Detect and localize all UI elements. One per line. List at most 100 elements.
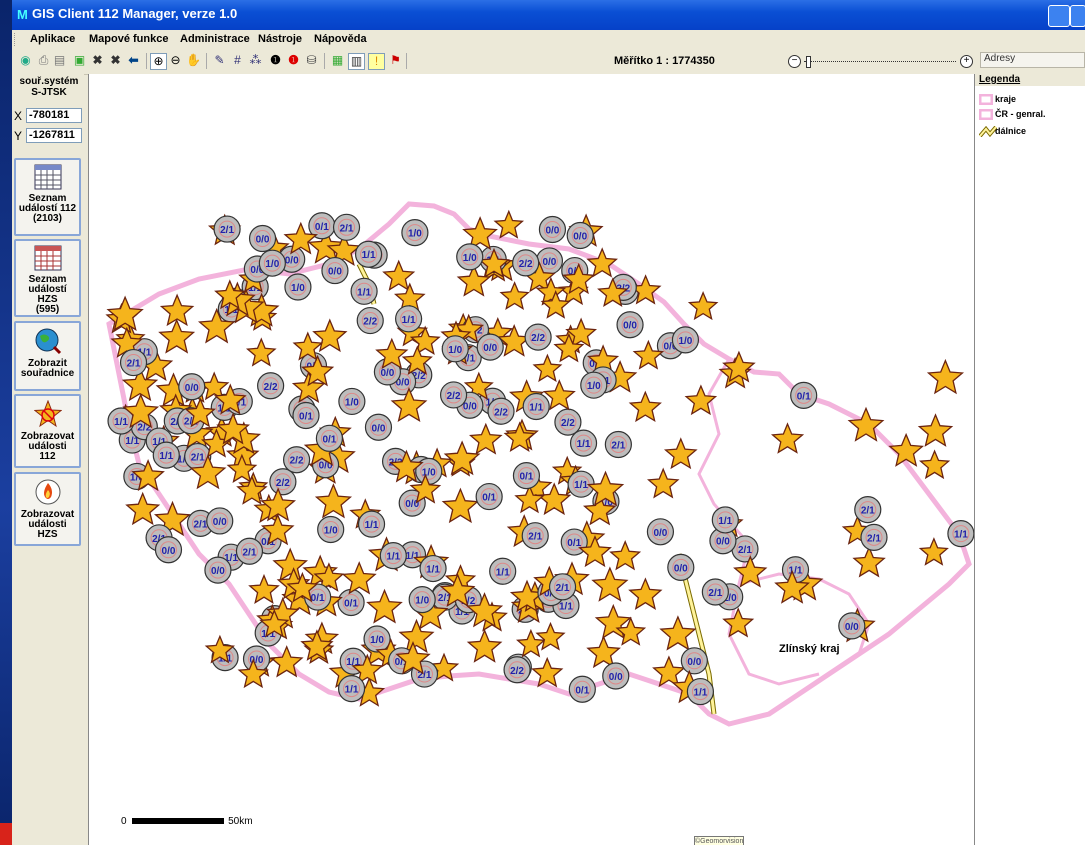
event-count-marker[interactable]: 1/1 (354, 240, 383, 268)
event-star-marker[interactable] (468, 422, 503, 455)
x-coordinate-field[interactable]: -780181 (26, 108, 82, 123)
zoom-minus-icon[interactable]: − (788, 55, 801, 68)
minimize-button[interactable] (1048, 5, 1070, 27)
event-count-marker[interactable]: 1/1 (379, 542, 407, 570)
measure-icon[interactable]: ✎ (212, 53, 227, 68)
event-count-marker[interactable]: 2/2 (503, 656, 531, 684)
event-count-marker[interactable]: 0/0 (364, 413, 393, 441)
event-count-marker[interactable]: 1/1 (395, 305, 423, 333)
event-count-marker[interactable]: 0/0 (206, 507, 234, 535)
event-count-marker[interactable]: 2/1 (332, 213, 361, 241)
event-star-marker[interactable] (248, 573, 280, 604)
event-star-marker[interactable] (647, 467, 680, 499)
event-star-marker[interactable] (918, 537, 949, 566)
menu-aplikace[interactable]: Aplikace (30, 33, 75, 45)
event-count-marker[interactable]: 0/1 (292, 401, 320, 430)
event-count-marker[interactable]: 0/0 (204, 556, 232, 584)
event-star-marker[interactable] (314, 483, 353, 519)
event-count-marker[interactable]: 0/0 (178, 373, 206, 401)
event-count-marker[interactable]: 0/1 (315, 424, 343, 452)
back-icon[interactable]: ⬅ (126, 53, 141, 68)
event-count-marker[interactable]: 1/0 (671, 326, 700, 354)
event-star-marker[interactable] (341, 561, 377, 595)
event-count-marker[interactable]: 0/0 (476, 333, 504, 361)
zobrazovat-udalosti-hzs-button[interactable]: Zobrazovat události HZS (14, 472, 81, 546)
event-star-marker[interactable] (125, 491, 161, 526)
event-star-marker[interactable] (398, 618, 435, 654)
event-star-marker[interactable] (366, 588, 403, 624)
event-count-marker[interactable]: 1/0 (408, 586, 436, 614)
event-count-marker[interactable]: 0/1 (568, 675, 596, 703)
event-count-marker[interactable]: 2/1 (235, 537, 264, 565)
event-count-marker[interactable]: 1/1 (489, 557, 517, 585)
event-star-marker[interactable] (917, 413, 954, 447)
event-count-marker[interactable]: 2/1 (213, 215, 241, 243)
event-count-marker[interactable]: 2/1 (854, 496, 882, 524)
event-star-marker[interactable] (493, 209, 525, 239)
zoom-extent-icon[interactable]: ✖ (108, 53, 123, 68)
flag-icon[interactable]: ⚑ (388, 53, 403, 68)
event-star-marker[interactable] (628, 390, 662, 423)
export-icon[interactable]: ▣ (72, 53, 87, 68)
event-count-marker[interactable]: 0/0 (602, 662, 630, 690)
event-count-marker[interactable]: 0/0 (667, 553, 695, 581)
event-star-marker[interactable] (245, 337, 277, 367)
event-star-marker[interactable] (591, 566, 629, 602)
info-red-icon[interactable]: ❶ (286, 53, 301, 68)
event-star-marker[interactable] (532, 353, 563, 383)
event-count-marker[interactable]: 0/1 (337, 588, 365, 617)
event-count-marker[interactable]: 0/0 (154, 536, 183, 564)
seznam-udalosti-112-button[interactable]: Seznam událostí 112 (2103) (14, 158, 81, 236)
info-icon[interactable]: ❶ (268, 53, 283, 68)
event-count-marker[interactable]: 1/1 (686, 677, 714, 706)
event-star-marker[interactable] (441, 487, 480, 524)
event-count-marker[interactable]: 1/1 (350, 277, 378, 305)
event-count-marker[interactable]: 2/2 (524, 323, 552, 351)
menu-administrace[interactable]: Administrace (180, 33, 250, 45)
event-count-marker[interactable]: 2/1 (860, 523, 888, 551)
zoom-out-icon[interactable]: ⊖ (168, 53, 183, 68)
event-count-marker[interactable]: 0/0 (616, 311, 644, 339)
pan-icon[interactable]: ✋ (186, 53, 201, 68)
event-count-marker[interactable]: 0/0 (321, 256, 349, 285)
zoom-in-icon[interactable]: ⊕ (150, 53, 167, 70)
event-count-marker[interactable]: 2/1 (701, 578, 729, 606)
event-count-marker[interactable]: 1/1 (337, 675, 366, 703)
event-count-marker[interactable]: 1/1 (152, 441, 180, 469)
zoom-slider[interactable]: − + (788, 55, 973, 69)
event-count-marker[interactable]: 2/2 (512, 249, 540, 277)
event-star-marker[interactable] (535, 621, 566, 651)
zoom-plus-icon[interactable]: + (960, 55, 973, 68)
event-count-marker[interactable]: 0/0 (680, 647, 708, 675)
address-search-input[interactable]: Adresy (980, 52, 1085, 68)
zoom-slider-track[interactable] (804, 61, 956, 62)
event-star-marker[interactable] (456, 264, 492, 297)
menu-nastroje[interactable]: Nástroje (258, 33, 302, 45)
event-count-marker[interactable]: 1/0 (338, 387, 366, 416)
event-count-marker[interactable]: 1/1 (357, 510, 386, 538)
event-count-marker[interactable]: 2/1 (521, 522, 549, 550)
event-count-marker[interactable]: 2/1 (548, 573, 577, 601)
event-count-marker[interactable]: 2/2 (487, 397, 515, 425)
map-canvas[interactable]: 0/02/11/00/02/11/01/11/11/02/20/11/11/12… (88, 74, 974, 845)
event-count-marker[interactable]: 2/1 (604, 430, 632, 459)
event-count-marker[interactable]: 1/1 (711, 506, 739, 534)
event-count-marker[interactable]: 1/0 (258, 249, 286, 277)
print-icon[interactable]: ⎙ (36, 53, 51, 68)
event-star-marker[interactable] (609, 539, 642, 571)
event-count-marker[interactable]: 1/0 (580, 371, 608, 399)
title-bar[interactable]: M GIS Client 112 Manager, verze 1.0 (12, 0, 1085, 30)
event-markers[interactable]: 0/02/11/00/02/11/01/11/11/02/20/11/11/12… (105, 209, 974, 707)
event-count-marker[interactable]: 1/0 (317, 515, 345, 544)
event-count-marker[interactable]: 0/1 (512, 461, 541, 490)
event-star-marker[interactable] (158, 318, 196, 354)
event-count-marker[interactable]: 0/1 (790, 381, 818, 409)
event-star-marker[interactable] (852, 545, 886, 578)
event-count-marker[interactable]: 2/2 (269, 468, 297, 496)
zoom-full-icon[interactable]: ✖ (90, 53, 105, 68)
event-star-marker[interactable] (926, 358, 965, 395)
event-count-marker[interactable]: 1/0 (401, 218, 429, 247)
zobrazovat-udalosti-112-button[interactable]: Zobrazovat události 112 (14, 394, 81, 468)
event-star-marker[interactable] (466, 628, 503, 663)
maximize-button[interactable] (1070, 5, 1085, 27)
